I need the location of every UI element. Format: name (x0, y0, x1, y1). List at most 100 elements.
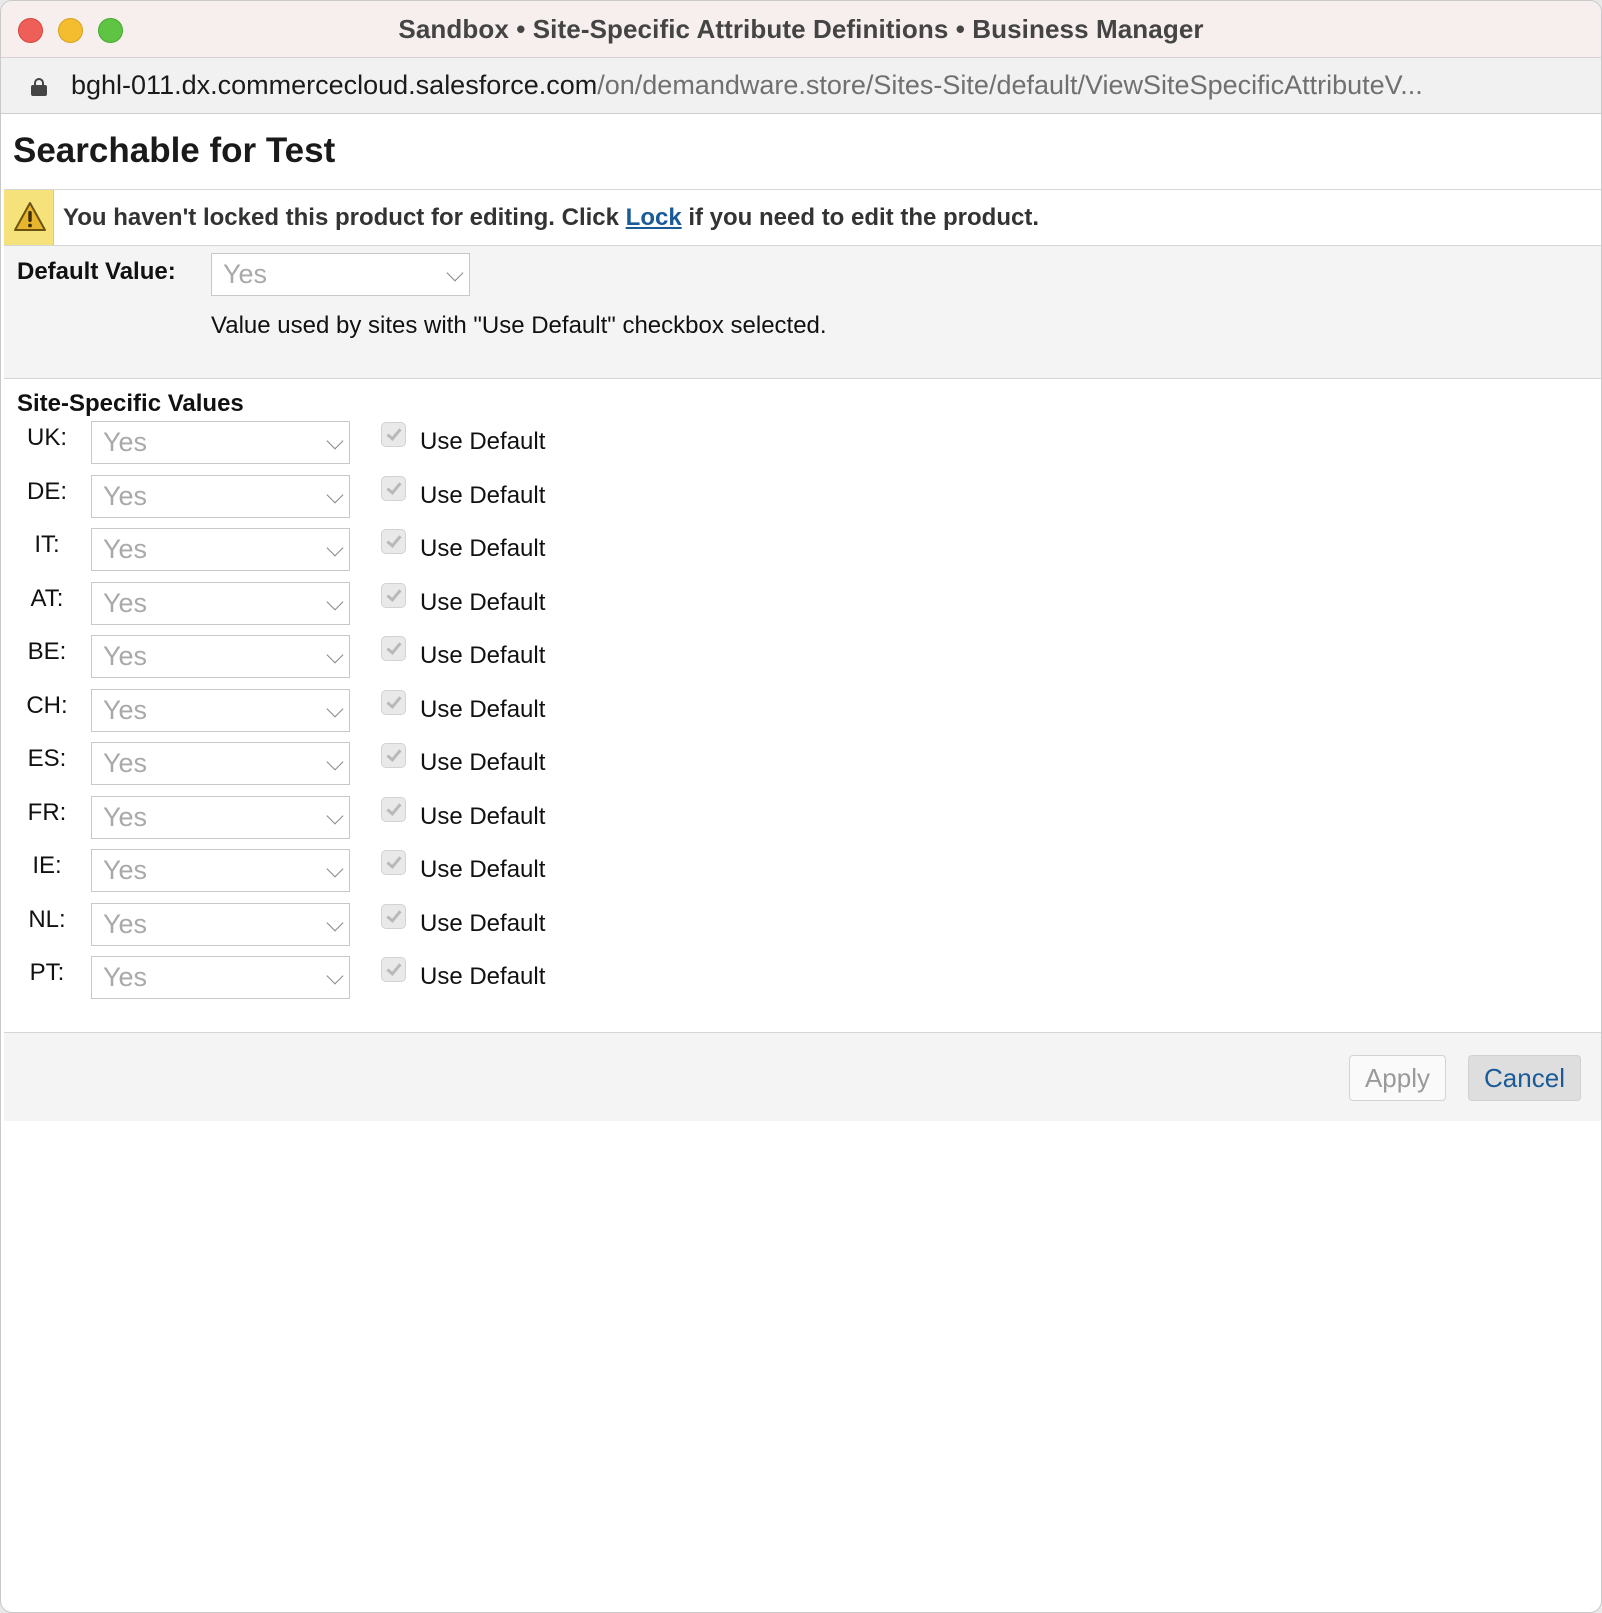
site-value-select[interactable]: Yes (91, 902, 350, 946)
chevron-down-icon (326, 593, 344, 610)
chevron-down-icon (326, 753, 344, 771)
lock-link[interactable]: Lock (626, 204, 682, 231)
site-row: PT: Yes Use Default (4, 953, 704, 1003)
site-value-selected: Yes (103, 855, 148, 885)
use-default-checkbox[interactable] (381, 796, 406, 822)
site-value-selected: Yes (103, 587, 148, 618)
site-value-select[interactable]: Yes (91, 635, 350, 678)
site-label: AT: (30, 584, 64, 612)
site-value-selected: Yes (103, 908, 148, 939)
use-default-checkbox[interactable] (381, 957, 406, 982)
use-default-label: Use Default (420, 802, 546, 830)
site-label: DE: (26, 477, 67, 505)
site-row: CH: Yes Use Default (4, 686, 704, 736)
checkmark-icon (386, 906, 402, 923)
use-default-checkbox[interactable] (381, 903, 406, 929)
site-value-selected: Yes (103, 748, 148, 778)
url-text[interactable]: bghl-011.dx.commercecloud.salesforce.com… (71, 70, 1571, 101)
checkmark-icon (386, 853, 402, 869)
chevron-down-icon (326, 700, 344, 717)
checkmark-icon (386, 585, 402, 602)
site-value-selected: Yes (103, 801, 148, 832)
site-label: PT: (29, 959, 65, 986)
site-value-select[interactable]: Yes (91, 528, 350, 571)
apply-button[interactable]: Apply (1349, 1055, 1446, 1101)
use-default-checkbox[interactable] (381, 582, 406, 608)
checkmark-icon (386, 799, 402, 816)
site-label: NL: (28, 905, 66, 933)
dialog-footer: Apply Cancel (4, 1032, 1601, 1121)
notice-text-after: if you need to edit the product. (681, 204, 1039, 231)
site-row: IT: Yes Use Default (4, 525, 704, 575)
checkmark-icon (386, 960, 402, 976)
site-value-select[interactable]: Yes (91, 742, 350, 785)
chevron-down-icon (326, 967, 344, 985)
site-value-selected: Yes (103, 641, 148, 671)
site-value-selected: Yes (103, 427, 148, 457)
use-default-label: Use Default (420, 695, 546, 723)
site-row: NL: Yes Use Default (4, 900, 704, 950)
site-row: IE: Yes Use Default (4, 846, 704, 896)
url-host: bghl-011.dx.commercecloud.salesforce.com (71, 70, 598, 100)
checkmark-icon (386, 425, 402, 441)
lock-icon (30, 78, 48, 96)
site-label: ES: (27, 745, 67, 772)
use-default-checkbox[interactable] (381, 689, 406, 715)
site-label: FR: (27, 798, 67, 826)
site-label: UK: (26, 424, 67, 451)
chevron-down-icon (326, 539, 344, 557)
url-path: /on/demandware.store/Sites-Site/default/… (597, 70, 1423, 100)
chevron-down-icon (326, 486, 344, 503)
use-default-label: Use Default (420, 963, 546, 990)
site-value-select[interactable]: Yes (91, 795, 350, 839)
site-specific-values-section: Site-Specific Values UK: Yes Use Default DE… (4, 380, 1601, 1032)
title-bar: Sandbox • Site-Specific Attribute Defini… (1, 1, 1601, 58)
page-title: Searchable for Test (13, 131, 336, 170)
default-value-select[interactable]: Yes (211, 253, 470, 296)
site-value-select[interactable]: Yes (91, 421, 350, 464)
checkmark-icon (386, 532, 402, 548)
site-values-heading: Site-Specific Values (17, 390, 244, 417)
site-value-selected: Yes (103, 962, 148, 992)
site-row: DE: Yes Use Default (4, 472, 704, 522)
window-title: Sandbox • Site-Specific Attribute Defini… (398, 14, 1204, 44)
lock-notice: You haven't locked this product for edit… (4, 189, 1601, 246)
site-row: FR: Yes Use Default (4, 793, 704, 843)
use-default-label: Use Default (420, 749, 546, 776)
checkmark-icon (386, 478, 402, 495)
use-default-checkbox[interactable] (381, 636, 406, 661)
use-default-checkbox[interactable] (381, 850, 406, 875)
use-default-label: Use Default (420, 909, 546, 937)
cancel-button[interactable]: Cancel (1468, 1055, 1581, 1101)
site-label: CH: (26, 691, 68, 719)
site-value-select[interactable]: Yes (91, 849, 350, 892)
checkmark-icon (386, 639, 402, 655)
site-row: BE: Yes Use Default (4, 632, 704, 682)
site-value-select[interactable]: Yes (91, 956, 350, 999)
browser-window: Sandbox • Site-Specific Attribute Defini… (0, 0, 1602, 1613)
chevron-down-icon (326, 807, 344, 824)
site-row: AT: Yes Use Default (4, 579, 704, 629)
use-default-checkbox[interactable] (381, 529, 406, 554)
site-value-select[interactable]: Yes (91, 474, 350, 518)
warning-icon (4, 190, 54, 245)
use-default-checkbox[interactable] (381, 475, 406, 501)
notice-text-before: You haven't locked this product for edit… (63, 204, 626, 231)
site-label: IT: (34, 531, 60, 558)
site-value-select[interactable]: Yes (91, 688, 350, 732)
chevron-down-icon (326, 914, 344, 931)
address-bar[interactable]: bghl-011.dx.commercecloud.salesforce.com… (1, 58, 1601, 114)
site-value-select[interactable]: Yes (91, 581, 350, 625)
default-value-selected: Yes (223, 259, 268, 289)
notice-text: You haven't locked this product for edit… (63, 204, 1039, 232)
site-value-selected: Yes (103, 694, 148, 725)
use-default-checkbox[interactable] (381, 743, 406, 768)
site-value-selected: Yes (103, 480, 148, 511)
use-default-checkbox[interactable] (381, 422, 406, 447)
default-value-label: Default Value: (17, 258, 176, 285)
checkmark-icon (386, 746, 402, 762)
site-label: BE: (27, 638, 67, 665)
site-label: IE: (32, 852, 62, 879)
chevron-down-icon (326, 646, 344, 664)
chevron-down-icon (446, 264, 464, 282)
